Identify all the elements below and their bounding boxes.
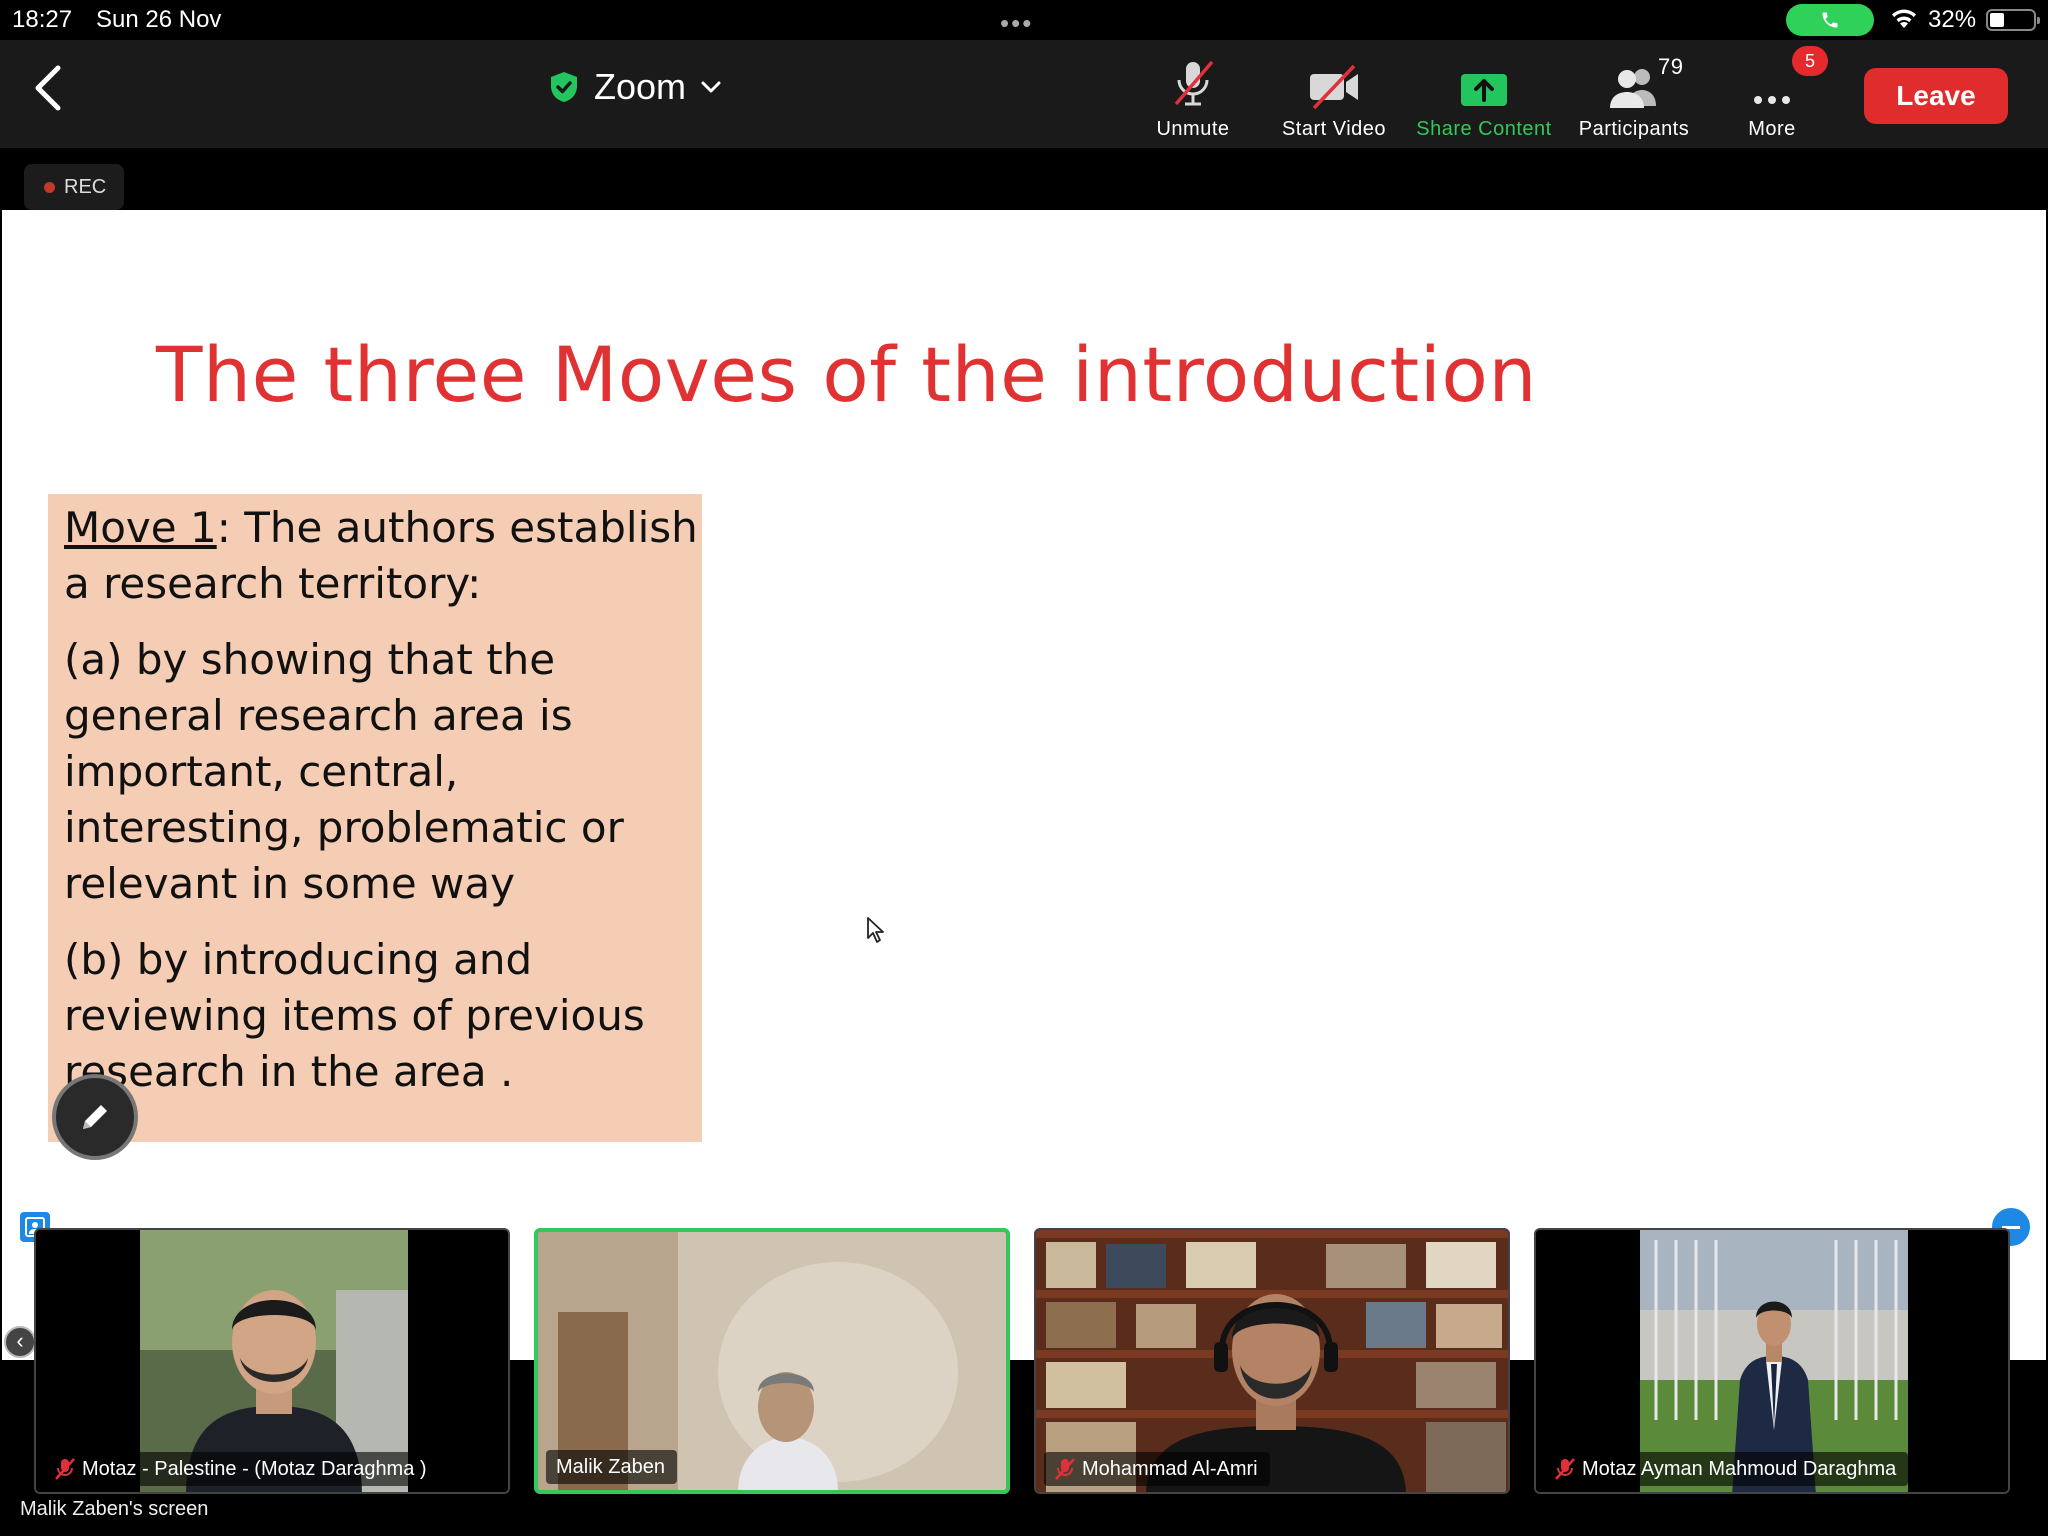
more-dots-icon	[1754, 96, 1790, 104]
shared-screen-owner-label: Malik Zaben's screen	[20, 1498, 209, 1520]
participant-name-tag: Malik Zaben	[546, 1450, 677, 1484]
battery-percent: 32%	[1928, 6, 1977, 33]
participant-tile-active-speaker[interactable]: Malik Zaben	[534, 1228, 1010, 1494]
move-1-label: Move 1	[64, 503, 217, 552]
pencil-icon	[83, 1105, 107, 1129]
unmute-label: Unmute	[1156, 118, 1230, 140]
participant-name: Malik Zaben	[556, 1456, 665, 1478]
participants-icon	[1610, 69, 1656, 108]
meeting-title: Zoom	[594, 66, 687, 107]
move-1-box: Move 1: The authors establish a research…	[48, 494, 702, 1142]
start-video-button[interactable]: Start Video	[1270, 54, 1398, 141]
share-content-label: Share Content	[1416, 118, 1552, 140]
chevron-down-icon	[701, 81, 721, 93]
muted-mic-icon	[1055, 1458, 1075, 1480]
participants-button[interactable]: 79 Participants	[1566, 54, 1702, 141]
active-call-pill[interactable]	[1786, 4, 1874, 36]
multitasking-dots-icon[interactable]: •••	[1000, 8, 1033, 39]
more-notification-badge: 5	[1792, 46, 1828, 76]
annotate-pencil-button[interactable]	[52, 1074, 138, 1160]
mouse-pointer-icon	[867, 917, 884, 943]
slide-title: The three Moves of the introduction	[156, 330, 1538, 419]
participant-tile[interactable]: Motaz Ayman Mahmoud Daraghma	[1534, 1228, 2010, 1494]
point-a: (a) by showing that the general research…	[64, 635, 624, 908]
more-label: More	[1748, 118, 1796, 140]
participant-name-tag: Mohammad Al-Amri	[1044, 1452, 1270, 1486]
participant-name: Motaz - Palestine - (Motaz Daraghma )	[82, 1458, 427, 1480]
video-off-icon	[1310, 64, 1358, 110]
participant-name-tag: Motaz - Palestine - (Motaz Daraghma )	[44, 1452, 439, 1486]
participant-tile[interactable]: Motaz - Palestine - (Motaz Daraghma )	[34, 1228, 510, 1494]
muted-mic-icon	[55, 1458, 75, 1480]
wifi-icon	[1892, 9, 1916, 28]
scroll-left-arrow-icon[interactable]: ‹	[4, 1326, 36, 1358]
unmute-button[interactable]: Unmute	[1148, 54, 1238, 141]
muted-mic-icon	[1555, 1458, 1575, 1480]
move-1-heading: Move 1: The authors establish a research…	[64, 500, 702, 612]
point-b: (b) by introducing and reviewing items o…	[64, 935, 645, 1096]
shield-check-icon	[551, 72, 577, 102]
status-bar: 18:27 Sun 26 Nov ••• 32%	[0, 0, 2048, 40]
battery-icon	[1986, 9, 2040, 31]
shared-screen[interactable]: The three Moves of the introduction Move…	[2, 210, 2046, 1360]
recording-indicator[interactable]: REC	[24, 164, 124, 210]
muted-mic-icon	[1174, 60, 1214, 106]
meeting-title-dropdown[interactable]: Zoom	[548, 62, 722, 112]
participant-name: Mohammad Al-Amri	[1082, 1458, 1258, 1480]
participants-label: Participants	[1578, 118, 1690, 140]
record-dot-icon	[44, 182, 55, 193]
participant-tile[interactable]: Mohammad Al-Amri	[1034, 1228, 1510, 1494]
participant-name: Motaz Ayman Mahmoud Daraghma	[1582, 1458, 1897, 1480]
share-arrow-icon	[1461, 74, 1507, 106]
leave-button[interactable]: Leave	[1864, 68, 2008, 124]
participant-name-tag: Motaz Ayman Mahmoud Daraghma	[1544, 1452, 1909, 1486]
rec-label: REC	[64, 176, 107, 198]
share-content-button[interactable]: Share Content	[1404, 54, 1564, 141]
phone-icon	[1822, 12, 1838, 28]
back-chevron-icon[interactable]	[28, 60, 72, 116]
participant-count: 79	[1658, 54, 1684, 79]
status-time: 18:27	[12, 6, 73, 33]
status-date: Sun 26 Nov	[96, 6, 222, 33]
start-video-label: Start Video	[1281, 118, 1387, 140]
meeting-toolbar: Zoom Unmute Start Video Share Content 79…	[0, 40, 2048, 148]
